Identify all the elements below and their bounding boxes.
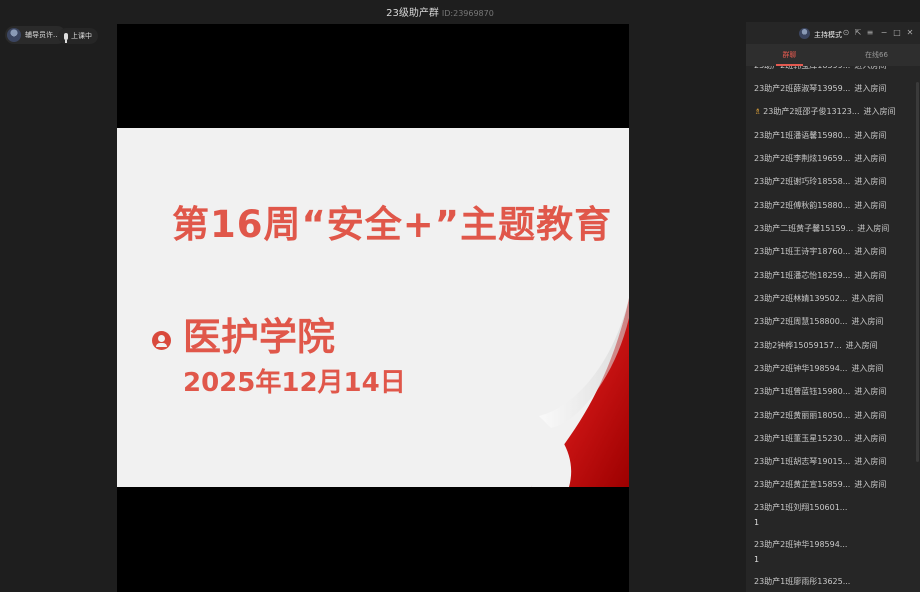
message-sender: 23助产二班黄子馨15159... xyxy=(754,224,854,233)
message-text: 1 xyxy=(754,518,760,527)
chat-message: 23助产2班黄丽丽18050... 进入房间 xyxy=(754,410,886,421)
message-sender: 23助产2班韩宝库18599... xyxy=(754,66,850,70)
message-sender: 23助产2班黄芷宣15859... xyxy=(754,480,851,489)
chat-message: 23助产1班王诗宇18760... 进入房间 xyxy=(754,246,886,257)
message-sender: 23助产2班黄丽丽18050... xyxy=(754,411,851,420)
tab-online[interactable]: 在线66 xyxy=(833,44,920,66)
host-chip[interactable]: 辅导员许... xyxy=(5,26,66,44)
message-action: 进入房间 xyxy=(854,154,887,163)
chat-message: 23助产2班韩宝库18599... 进入房间 xyxy=(754,66,886,71)
microphone-icon xyxy=(64,32,68,43)
title-bar: 23级助产群 ID:23969870 xyxy=(0,0,920,22)
chat-message: ♗ 23助产2班邵子俊13123... 进入房间 xyxy=(754,106,896,117)
chat-message: 23助产1班潘芯怡18259... 进入房间 xyxy=(754,270,886,281)
message-action: 进入房间 xyxy=(851,317,884,326)
host-name: 辅导员许... xyxy=(25,31,60,39)
chat-message: 23助产2班钟华198594... 1 xyxy=(754,539,847,564)
panel-toolbar: 主持模式 ⊙ ⇱ ≡ − □ ✕ xyxy=(746,22,920,44)
message-sender: 23助产1班胡志琴19015... xyxy=(754,457,851,466)
minimize-icon[interactable]: − xyxy=(880,29,888,37)
message-sender: 23助产1班潘语馨15980... xyxy=(754,131,851,140)
message-sender: 23助产2班李荆炫19659... xyxy=(754,154,851,163)
stage-status-label: 上课中 xyxy=(71,32,92,40)
message-sender: 23助产2班周慧158800... xyxy=(754,317,848,326)
slide-school: 医护学院 xyxy=(183,315,336,359)
chat-message: 23助产2班傅秋韵15880... 进入房间 xyxy=(754,200,886,211)
slide-date: 2025年12月14日 xyxy=(183,368,406,398)
vip-badge-icon: ♗ xyxy=(754,107,762,116)
message-sender: 23助产2班钟华198594... xyxy=(754,364,848,373)
room-id: ID:23969870 xyxy=(441,9,494,18)
close-icon[interactable]: ✕ xyxy=(906,29,914,37)
host-mode-label[interactable]: 主持模式 xyxy=(814,30,842,40)
message-text: 1 xyxy=(754,555,760,564)
maximize-icon[interactable]: □ xyxy=(893,29,901,37)
message-action: 进入房间 xyxy=(854,201,887,210)
chat-message: 23助产2班薛淑琴13959... 进入房间 xyxy=(754,83,886,94)
message-action: 进入房间 xyxy=(851,294,884,303)
presentation-slide: 第16周“安全+”主题教育 医护学院 2025年12月14日 xyxy=(117,128,629,487)
message-action: 进入房间 xyxy=(857,224,890,233)
message-action: 进入房间 xyxy=(854,434,887,443)
message-action: 进入房间 xyxy=(851,364,884,373)
message-action: 进入房间 xyxy=(854,387,887,396)
person-icon xyxy=(152,331,171,350)
message-action: 进入房间 xyxy=(854,411,887,420)
popout-icon[interactable]: ⇱ xyxy=(854,29,862,37)
mode-avatar xyxy=(799,28,810,39)
scrollbar[interactable] xyxy=(916,82,919,462)
message-action: 进入房间 xyxy=(845,341,878,350)
host-avatar xyxy=(7,28,21,42)
message-sender: 23助2钟桦15059157... xyxy=(754,341,842,350)
chat-message: 23助产1班董玉星15230... 进入房间 xyxy=(754,433,886,444)
message-sender: 23助产1班董玉星15230... xyxy=(754,434,851,443)
message-sender: 23助产1班潘芯怡18259... xyxy=(754,271,851,280)
stage-status-chip: 上课中 xyxy=(58,28,98,44)
message-sender: 23助产2班薛淑琴13959... xyxy=(754,84,851,93)
panel-tabs: 群聊 在线66 xyxy=(746,44,920,66)
chat-message: 23助产1班廖雨彤13625...1 xyxy=(754,576,850,592)
message-action: 进入房间 xyxy=(854,247,887,256)
message-action: 进入房间 xyxy=(854,457,887,466)
message-sender: 23助产1班王诗宇18760... xyxy=(754,247,851,256)
chat-message: 23助产2班李荆炫19659... 进入房间 xyxy=(754,153,886,164)
room-name: 23级助产群 xyxy=(386,8,439,19)
message-sender: 23助产2班傅秋韵15880... xyxy=(754,201,851,210)
message-action: 进入房间 xyxy=(854,271,887,280)
chat-message: 23助2钟桦15059157... 进入房间 xyxy=(754,340,878,351)
message-sender: 23助产1班廖雨彤13625... xyxy=(754,577,851,586)
message-sender: 23助产2班邵子俊13123... xyxy=(763,107,860,116)
tab-group-chat[interactable]: 群聊 xyxy=(746,44,833,66)
page-curl-decoration xyxy=(531,298,629,487)
chat-panel: 主持模式 ⊙ ⇱ ≡ − □ ✕ 群聊 在线66 23助产2班韩宝库18599.… xyxy=(746,22,920,592)
message-action: 进入房间 xyxy=(863,107,896,116)
chat-message: 23助产2班周慧158800... 进入房间 xyxy=(754,316,883,327)
slide-title: 第16周“安全+”主题教育 xyxy=(172,203,613,246)
message-action: 进入房间 xyxy=(854,66,886,70)
message-sender: 23助产2班钟华198594... xyxy=(754,540,848,549)
chat-message: 23助产1班曾蓝钰15980... 进入房间 xyxy=(754,386,886,397)
settings-icon[interactable]: ⊙ xyxy=(842,29,850,37)
message-action: 进入房间 xyxy=(854,177,887,186)
chat-message: 23助产二班黄子馨15159... 进入房间 xyxy=(754,223,889,234)
chat-message: 23助产1班潘语馨15980... 进入房间 xyxy=(754,130,886,141)
chat-message: 23助产2班黄芷宣15859... 进入房间 xyxy=(754,479,886,490)
message-list[interactable]: 23助产2班韩宝库18599...进入房间23助产2班薛淑琴13959...进入… xyxy=(746,66,920,592)
message-sender: 23助产1班曾蓝钰15980... xyxy=(754,387,851,396)
chat-message: 23助产1班刘翔150601... 1 xyxy=(754,502,847,527)
message-sender: 23助产1班刘翔150601... xyxy=(754,503,848,512)
message-sender: 23助产2班谢巧玲18558... xyxy=(754,177,851,186)
message-sender: 23助产2班林婧139502... xyxy=(754,294,848,303)
message-action: 进入房间 xyxy=(854,480,887,489)
chat-message: 23助产2班谢巧玲18558... 进入房间 xyxy=(754,176,886,187)
chat-message: 23助产1班胡志琴19015... 进入房间 xyxy=(754,456,886,467)
menu-icon[interactable]: ≡ xyxy=(866,29,874,37)
chat-message: 23助产2班钟华198594... 进入房间 xyxy=(754,363,883,374)
chat-message: 23助产2班林婧139502... 进入房间 xyxy=(754,293,883,304)
message-action: 进入房间 xyxy=(854,84,887,93)
message-action: 进入房间 xyxy=(854,131,887,140)
window-title: 23级助产群 ID:23969870 xyxy=(0,4,880,19)
